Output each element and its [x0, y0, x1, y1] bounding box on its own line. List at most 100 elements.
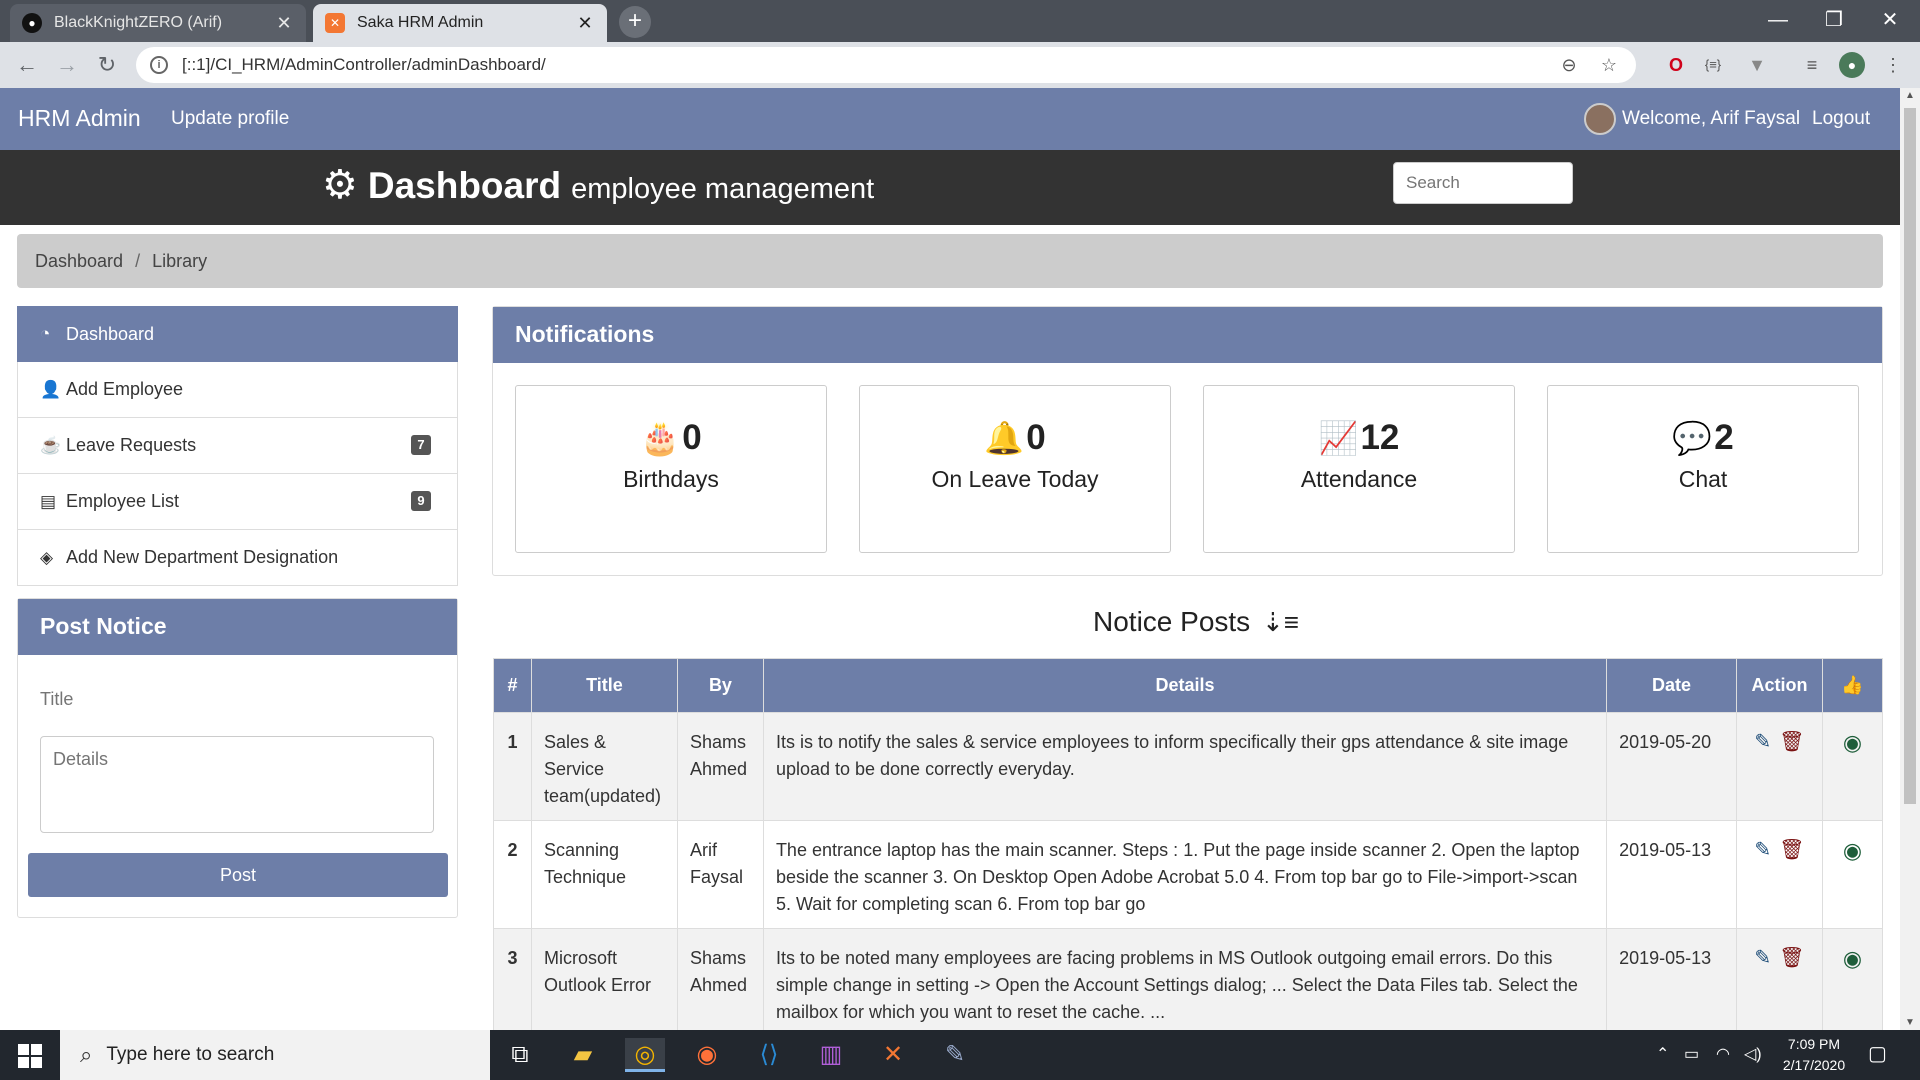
row-number: 1: [493, 712, 532, 821]
column-header: Title: [530, 658, 678, 713]
profile-avatar-icon[interactable]: ●: [1839, 52, 1865, 78]
zoom-icon[interactable]: ⊖: [1556, 55, 1582, 76]
firefox-icon[interactable]: ◉: [687, 1038, 727, 1072]
url-text: [::1]/CI_HRM/AdminController/adminDashbo…: [182, 55, 546, 74]
notice-table: # Title By Details Date Action 👍 1 Sales…: [493, 658, 1884, 1030]
sidebar-item-add-employee[interactable]: 👤 Add Employee: [17, 362, 458, 418]
sort-icon[interactable]: ⇣≡: [1262, 607, 1299, 637]
system-clock[interactable]: 7:09 PM 2/17/2020: [1774, 1034, 1854, 1076]
scroll-down-icon[interactable]: ▼: [1900, 1017, 1920, 1028]
row-title: Sales & Service team(updated): [530, 712, 678, 821]
back-icon[interactable]: ←: [12, 50, 42, 80]
json-extension-icon[interactable]: {≡}: [1700, 52, 1726, 78]
scrollbar-thumb[interactable]: [1904, 108, 1916, 804]
column-header: #: [493, 658, 532, 713]
trash-icon[interactable]: 🗑: [1779, 839, 1804, 861]
eye-icon[interactable]: ◉: [1843, 730, 1862, 755]
notice-posts-title: Notice Posts ⇣≡: [1093, 606, 1299, 638]
task-view-icon[interactable]: ⧉: [500, 1038, 540, 1072]
chrome-icon[interactable]: ◎: [625, 1038, 665, 1072]
eye-icon[interactable]: ◉: [1843, 946, 1862, 971]
window-close-icon[interactable]: ✕: [1862, 0, 1918, 40]
avatar: [1584, 103, 1616, 135]
info-icon[interactable]: i: [150, 56, 168, 74]
stat-birthdays[interactable]: 🎂 0 Birthdays: [515, 385, 827, 553]
minimize-icon[interactable]: —: [1750, 0, 1806, 40]
search-input[interactable]: [1393, 162, 1573, 204]
vscode-icon[interactable]: ⟨⟩: [749, 1038, 789, 1072]
count-badge: 7: [411, 435, 431, 455]
taskbar-search-field[interactable]: ⌕ Type here to search: [60, 1030, 490, 1080]
stat-value: 0: [1026, 418, 1046, 457]
url-field[interactable]: i [::1]/CI_HRM/AdminController/adminDash…: [136, 47, 1636, 83]
stat-on-leave[interactable]: 🔔 0 On Leave Today: [859, 385, 1171, 553]
restore-icon[interactable]: ❐: [1806, 0, 1862, 40]
brand-link[interactable]: HRM Admin: [18, 105, 141, 132]
notice-title-input[interactable]: [40, 679, 436, 719]
notice-details-textarea[interactable]: [40, 736, 434, 833]
trash-icon[interactable]: 🗑: [1779, 731, 1804, 753]
trash-icon[interactable]: 🗑: [1779, 947, 1804, 969]
count-badge: 9: [411, 491, 431, 511]
post-notice-header: Post Notice: [18, 599, 457, 655]
page-scrollbar[interactable]: ▲ ▼: [1900, 88, 1920, 1030]
taskbar-search-placeholder: Type here to search: [106, 1044, 275, 1065]
browser-tab-hrm[interactable]: ✕ Saka HRM Admin ✕: [313, 4, 607, 42]
volume-icon[interactable]: ◁): [1744, 1044, 1762, 1064]
forward-icon[interactable]: →: [52, 50, 82, 80]
notification-center-icon[interactable]: ▢: [1868, 1041, 1887, 1066]
sidebar-item-dashboard[interactable]: ◔ Dashboard: [17, 306, 458, 362]
stat-attendance[interactable]: 📈 12 Attendance: [1203, 385, 1515, 553]
stat-label: On Leave Today: [931, 466, 1099, 492]
eye-icon[interactable]: ◉: [1843, 838, 1862, 863]
new-tab-button[interactable]: +: [619, 6, 651, 38]
tab-title: Saka HRM Admin: [357, 14, 484, 31]
sidebar-item-employee-list[interactable]: ▤ Employee List 9: [17, 474, 458, 530]
column-header: Date: [1606, 658, 1737, 713]
menu-kebab-icon[interactable]: ⋮: [1880, 52, 1906, 78]
edit-icon[interactable]: ✎: [1754, 947, 1771, 969]
page-title: ⚙ Dashboard employee management: [322, 162, 874, 208]
chart-line-icon: 📈: [1318, 420, 1359, 456]
comment-icon: 💬: [1672, 420, 1713, 456]
row-view: ◉: [1821, 712, 1884, 821]
row-number: 2: [493, 820, 532, 929]
file-explorer-icon[interactable]: ▰: [563, 1038, 603, 1072]
opera-extension-icon[interactable]: O: [1663, 52, 1689, 78]
windows-start-icon[interactable]: [18, 1044, 42, 1068]
reload-icon[interactable]: ↻: [92, 50, 122, 80]
thumbs-up-icon: 👍: [1841, 675, 1864, 695]
logout-link[interactable]: Logout: [1812, 108, 1870, 130]
row-date: 2019-05-13: [1606, 928, 1737, 1030]
column-header: 👍: [1821, 658, 1884, 713]
edit-icon[interactable]: ✎: [1754, 731, 1771, 753]
vue-extension-icon[interactable]: ▼: [1744, 52, 1770, 78]
post-button[interactable]: Post: [28, 853, 448, 897]
stat-label: Attendance: [1300, 466, 1418, 492]
stat-chat[interactable]: 💬 2 Chat: [1547, 385, 1859, 553]
breadcrumb-item-dashboard[interactable]: Dashboard: [35, 251, 123, 272]
battery-icon[interactable]: ▭: [1684, 1044, 1699, 1064]
sidebar-item-leave-requests[interactable]: ☕ Leave Requests 7: [17, 418, 458, 474]
chevron-up-icon[interactable]: ⌃: [1656, 1044, 1669, 1064]
scroll-up-icon[interactable]: ▲: [1900, 90, 1920, 101]
update-profile-link[interactable]: Update profile: [171, 108, 289, 130]
sidebar-item-add-department[interactable]: ◈ Add New Department Designation: [17, 530, 458, 586]
browser-tab-github[interactable]: ● BlackKnightZERO (Arif) ✕: [10, 4, 306, 42]
row-title: Scanning Technique: [530, 820, 678, 929]
paint-icon[interactable]: ✎: [935, 1038, 975, 1072]
row-by: Arif Faysal: [676, 820, 764, 929]
edit-icon[interactable]: ✎: [1754, 839, 1771, 861]
row-actions: ✎ 🗑: [1735, 712, 1823, 821]
wifi-icon[interactable]: ◠: [1716, 1044, 1730, 1064]
user-icon: 👤: [40, 379, 62, 399]
bookmark-star-icon[interactable]: ☆: [1596, 55, 1622, 76]
close-icon[interactable]: ✕: [575, 13, 595, 34]
close-icon[interactable]: ✕: [274, 13, 294, 34]
winrar-icon[interactable]: ▥: [811, 1038, 851, 1072]
notifications-card: Notifications 🎂 0 Birthdays 🔔 0 On Leave T…: [492, 306, 1883, 576]
bell-icon: 🔔: [984, 420, 1025, 456]
media-icon[interactable]: ≡: [1799, 52, 1825, 78]
row-view: ◉: [1821, 820, 1884, 929]
xampp-icon[interactable]: ✕: [873, 1038, 913, 1072]
